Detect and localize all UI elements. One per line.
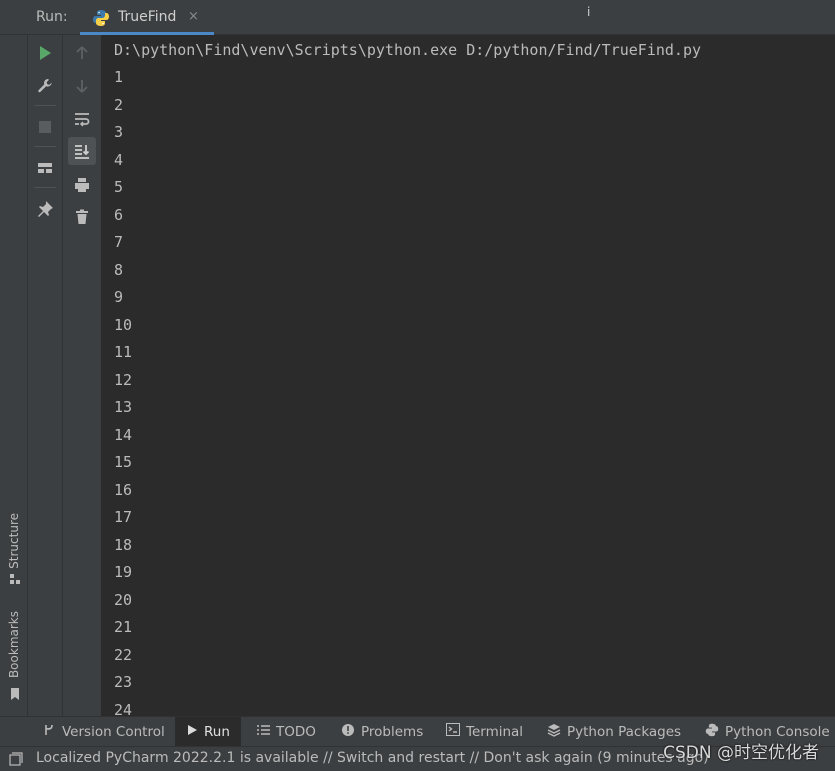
console-output-line: 9 [114,288,124,306]
console-output-line: 24 [114,700,133,716]
run-header-bar: Run: TrueFind × i [0,0,835,35]
print-button[interactable] [68,171,96,199]
tab-close-icon[interactable]: × [188,9,199,24]
console-output-line: 17 [114,508,133,526]
tab-terminal[interactable]: Terminal [446,717,523,746]
console-output-line: 18 [114,535,133,554]
packages-icon [547,723,561,741]
version-control-icon [42,723,56,741]
soft-wrap-icon [75,113,90,127]
trash-icon [76,209,88,224]
terminal-icon [446,723,460,740]
problems-icon [341,723,355,741]
soft-wrap-button[interactable] [68,105,96,133]
tab-problems[interactable]: Problems [341,717,423,746]
console-output-line: 13 [114,398,133,416]
play-icon [40,46,51,60]
left-tool-stripe: Structure Bookmarks [0,35,28,716]
console-output-line: 12 [114,370,133,389]
bookmarks-tool-tab[interactable]: Bookmarks [7,611,21,678]
console-output-line: 5 [114,178,124,196]
tab-version-control[interactable]: Version Control [42,717,165,746]
run-label-bottom: Run [204,723,230,740]
tab-run[interactable]: Run [175,717,241,746]
tab-truefind[interactable]: TrueFind × [80,0,214,35]
run-toolbar-primary [28,35,63,716]
arrow-up-icon [76,46,88,59]
pin-icon [38,201,53,217]
rerun-button[interactable] [31,39,59,67]
console-output-line: 11 [114,343,133,361]
console-output-line: 16 [114,480,133,499]
structure-label: Structure [7,513,21,569]
console-output-line: 23 [114,673,133,691]
console-output-line: 8 [114,260,124,279]
console-output-line: 10 [114,315,133,334]
bookmark-icon [11,688,19,700]
window-toggle-icon[interactable] [9,752,23,766]
console-command-line: D:\python\Find\venv\Scripts\python.exe D… [114,41,701,59]
tab-python-packages[interactable]: Python Packages [547,717,681,746]
console-output-line: 7 [114,233,124,251]
terminal-label: Terminal [466,723,524,740]
structure-tool-tab[interactable]: Structure [7,513,21,569]
run-label: Run: [36,9,68,25]
arrow-down-icon [76,80,88,93]
console-output-line: 21 [114,618,133,636]
structure-icon [10,574,20,584]
scroll-up-button[interactable] [68,39,96,67]
status-message[interactable]: Localized PyCharm 2022.2.1 is available … [36,750,709,766]
run-icon [186,724,198,740]
console-output-line: 22 [114,645,133,664]
printer-icon [75,178,89,192]
layout-icon [38,163,52,173]
toolbar-separator [34,187,56,188]
bookmarks-label: Bookmarks [7,611,21,679]
console-output-line: 19 [114,563,133,581]
todo-label: TODO [276,723,316,740]
run-toolbar-secondary [63,35,101,716]
scroll-down-button[interactable] [68,72,96,100]
python-file-icon [92,9,110,31]
stop-icon [39,121,51,133]
console-output-line: 2 [114,95,124,114]
console-output-line: 4 [114,150,124,169]
console-output-line: 20 [114,590,133,609]
pin-tab-button[interactable] [31,195,59,223]
console-output-line: 14 [114,425,133,444]
console-output-line: 6 [114,205,124,224]
scroll-to-end-button[interactable] [68,137,96,165]
restore-layout-button[interactable] [31,154,59,182]
version-control-label: Version Control [62,723,165,740]
toolbar-separator [34,105,56,106]
console-output-line: 1 [114,68,124,86]
stop-button[interactable] [31,113,59,141]
console-output[interactable]: D:\python\Find\venv\Scripts\python.exe D… [101,35,835,716]
tab-todo[interactable]: TODO [257,717,316,746]
watermark: CSDN @时空优化者 [663,743,819,763]
console-output-lines: 1 2 3 4 5 6 7 8 9 10 11 12 13 14 15 16 17 18 19 20 21 22 23 24 [114,69,132,716]
edit-configuration-button[interactable] [31,72,59,100]
text-cursor-icon: i [587,5,591,19]
wrench-icon [38,79,52,93]
scroll-to-end-icon [75,145,90,159]
clear-all-button[interactable] [68,203,96,231]
list-icon [257,724,270,740]
tab-label: TrueFind [118,9,177,25]
toolbar-separator [34,146,56,147]
console-output-line: 15 [114,453,133,471]
problems-label: Problems [361,723,424,740]
console-output-line: 3 [114,123,124,141]
